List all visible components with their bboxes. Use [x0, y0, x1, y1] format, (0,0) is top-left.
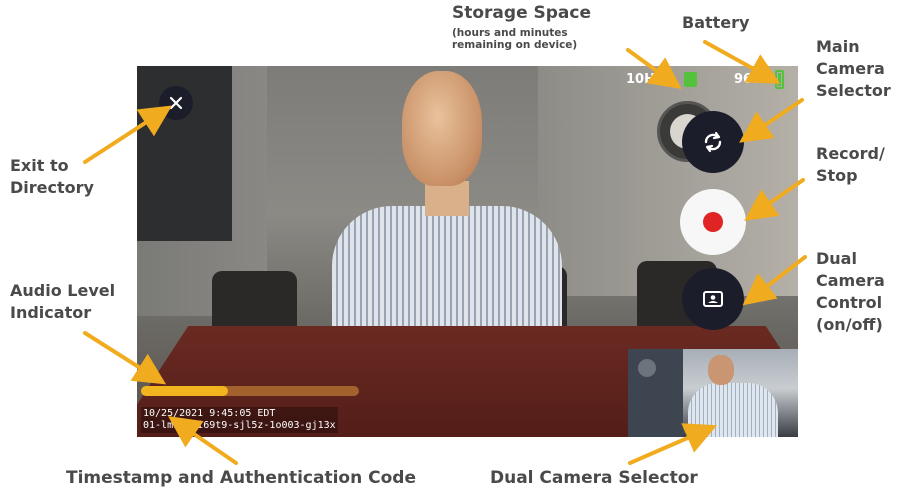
dual-camera-control-line2: Camera — [816, 271, 885, 290]
exit-directory-line1: Exit to — [10, 156, 69, 175]
dual-camera-control-line4: (on/off) — [816, 315, 883, 334]
record-stop-line2: Stop — [816, 166, 858, 185]
camera-viewfinder: 10H01 96% 10/25/2021 9:45:05 EDT 01-lmwj… — [137, 66, 798, 437]
auth-code-text: 01-lmwj0-i69t9-sjl5z-1o003-gj13x — [143, 420, 336, 431]
camera-switch-icon — [704, 131, 722, 153]
main-camera-selector-label: Main Camera Selector — [816, 36, 891, 102]
record-stop-line1: Record/ — [816, 144, 885, 163]
pip-switch-icon[interactable] — [638, 359, 656, 377]
storage-remaining: 10H01 — [626, 72, 674, 87]
pip-shirt — [688, 383, 778, 437]
storage-space-sublabel: (hours and minutes remaining on device) — [452, 27, 578, 51]
dual-camera-control-line3: Control — [816, 293, 883, 312]
dual-camera-control-label: Dual Camera Control (on/off) — [816, 248, 885, 336]
main-camera-selector-line3: Selector — [816, 81, 891, 100]
exit-directory-line2: Directory — [10, 178, 94, 197]
audio-level-line1: Audio Level — [10, 281, 116, 300]
main-camera-selector-line1: Main — [816, 37, 860, 56]
exit-directory-label: Exit to Directory — [10, 155, 94, 199]
mannequin-head — [402, 71, 482, 186]
timestamp-text: 10/25/2021 9:45:05 EDT — [143, 408, 276, 419]
timestamp-auth-label: Timestamp and Authentication Code — [66, 468, 416, 488]
dual-camera-icon — [703, 291, 723, 307]
exit-button[interactable] — [159, 86, 193, 120]
battery-percent: 96% — [734, 72, 766, 87]
dual-camera-control-line1: Dual — [816, 249, 857, 268]
dual-camera-selector[interactable] — [628, 349, 798, 437]
audio-level-label: Audio Level Indicator — [10, 280, 115, 324]
audio-level-indicator — [141, 386, 359, 396]
dual-camera-selector-label: Dual Camera Selector — [490, 468, 698, 488]
dual-camera-control-button[interactable] — [682, 268, 744, 330]
main-camera-selector-button[interactable] — [682, 111, 744, 173]
storage-space-label: Storage Space — [452, 3, 592, 23]
record-icon — [703, 212, 723, 232]
record-stop-label: Record/ Stop — [816, 143, 885, 187]
audio-level-fill — [141, 386, 229, 396]
close-icon — [169, 96, 183, 110]
record-stop-button[interactable] — [680, 189, 746, 255]
mannequin-neck — [425, 181, 469, 216]
sd-card-icon — [684, 72, 697, 87]
main-camera-selector-line2: Camera — [816, 59, 885, 78]
audio-level-line2: Indicator — [10, 303, 92, 322]
battery-icon — [775, 70, 784, 89]
pip-wall — [628, 349, 683, 437]
timestamp-overlay: 10/25/2021 9:45:05 EDT 01-lmwj0-i69t9-sj… — [141, 407, 338, 433]
pip-head — [708, 355, 734, 385]
pip-person — [688, 355, 788, 437]
battery-label: Battery — [682, 13, 750, 32]
